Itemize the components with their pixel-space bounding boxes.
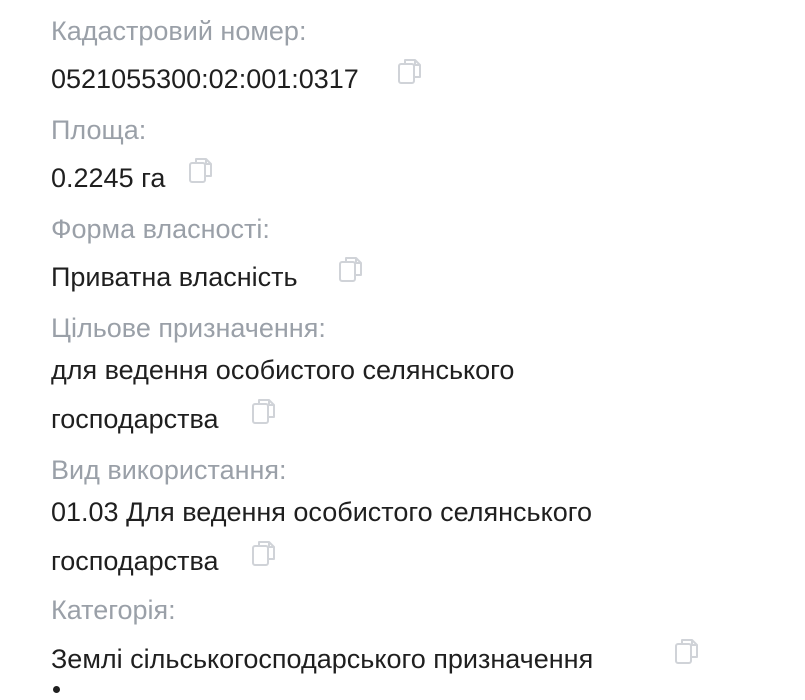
area-label: Площа: bbox=[51, 115, 147, 145]
copy-icon[interactable] bbox=[338, 255, 364, 285]
copy-icon[interactable] bbox=[397, 57, 423, 87]
cadastral-number-value: 0521055300:02:001:0317 bbox=[51, 64, 359, 94]
purpose-label: Цільове призначення: bbox=[51, 313, 326, 343]
cadastral-number-label: Кадастровий номер: bbox=[51, 16, 307, 46]
parcel-info-panel: Кадастровий номер: 0521055300:02:001:031… bbox=[0, 0, 805, 700]
copy-icon[interactable] bbox=[674, 637, 700, 667]
purpose-value-line2: господарства bbox=[51, 404, 219, 434]
ownership-form-label: Форма власності: bbox=[51, 214, 270, 244]
copy-icon[interactable] bbox=[251, 397, 277, 427]
category-label: Категорія: bbox=[51, 595, 176, 625]
copy-icon[interactable] bbox=[251, 539, 277, 569]
usage-type-value-line2: господарства bbox=[51, 546, 219, 576]
area-value: 0.2245 га bbox=[51, 163, 166, 193]
usage-type-value-line1: 01.03 Для ведення особистого селянського bbox=[51, 497, 593, 527]
ownership-form-value: Приватна власність bbox=[51, 262, 298, 292]
usage-type-label: Вид використання: bbox=[51, 455, 287, 485]
purpose-value-line1: для ведення особистого селянського bbox=[51, 355, 515, 385]
next-row-cutoff bbox=[53, 686, 60, 693]
category-value: Землі сільськогосподарського призначення bbox=[51, 644, 594, 674]
copy-icon[interactable] bbox=[188, 156, 214, 186]
